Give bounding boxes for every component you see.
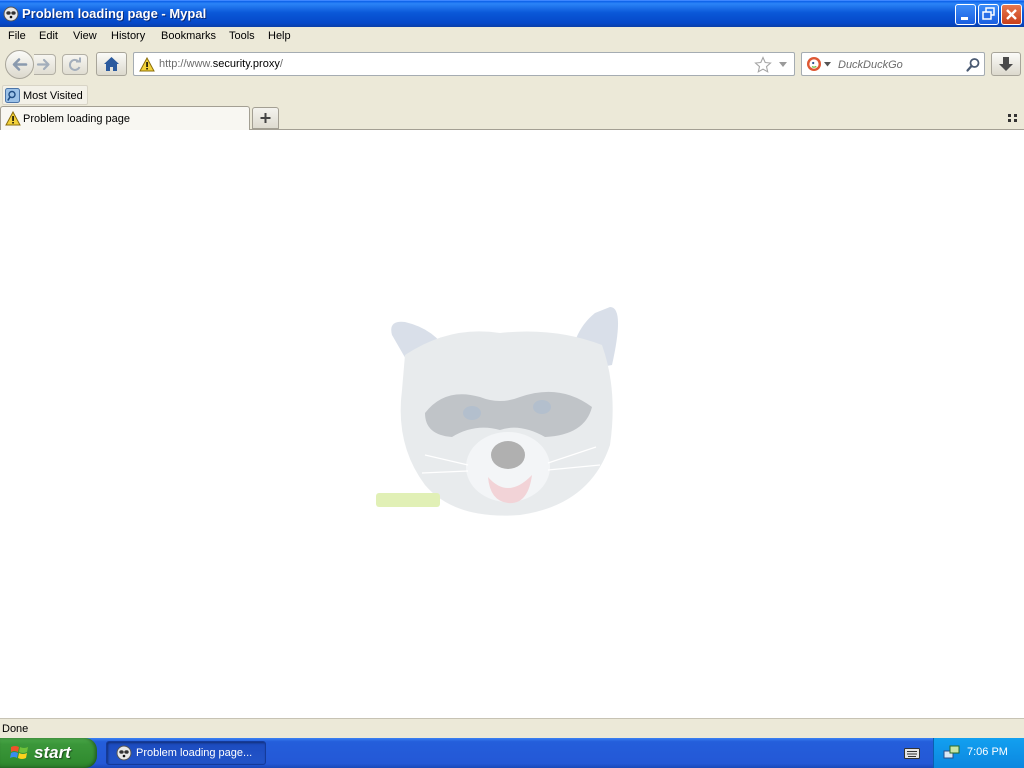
menu-bookmarks[interactable]: Bookmarks	[161, 30, 216, 42]
menu-history[interactable]: History	[111, 30, 145, 42]
start-button[interactable]: start	[0, 738, 97, 768]
raccoon-mascot-icon	[376, 307, 619, 516]
start-label: start	[34, 743, 71, 762]
search-bar[interactable]	[801, 52, 985, 76]
window-titlebar[interactable]: Problem loading page - Mypal	[0, 0, 1024, 27]
minimize-button[interactable]	[955, 4, 976, 25]
back-arrow-icon	[12, 58, 28, 71]
forward-button[interactable]	[34, 54, 56, 75]
forward-arrow-icon	[36, 58, 50, 71]
url-suffix: /	[279, 58, 283, 70]
list-all-tabs-icon[interactable]	[1006, 112, 1020, 124]
tab-label: Problem loading page	[23, 113, 131, 125]
bookmark-label: Most Visited	[23, 90, 83, 102]
url-text[interactable]: http://www.security.proxy/	[159, 58, 283, 70]
new-tab-button[interactable]	[252, 107, 279, 129]
menu-help[interactable]: Help	[268, 30, 291, 42]
taskbar-item-label: Problem loading page...	[136, 747, 253, 759]
keyboard-layout-icon[interactable]	[904, 746, 920, 760]
close-icon	[1006, 9, 1017, 20]
status-text: Done	[2, 723, 29, 735]
close-button[interactable]	[1001, 4, 1022, 25]
navigation-toolbar: http://www.security.proxy/	[0, 46, 1024, 84]
bookmark-star-icon[interactable]	[754, 56, 772, 73]
restore-icon	[982, 7, 995, 20]
plus-icon	[260, 113, 271, 123]
url-prefix: http://www.	[159, 58, 213, 70]
download-arrow-icon	[999, 57, 1013, 71]
minimize-icon	[961, 17, 968, 20]
restore-button[interactable]	[978, 4, 999, 25]
mypal-app-icon	[3, 6, 19, 22]
tab-problem-loading-page[interactable]: Problem loading page	[0, 106, 250, 130]
window-title: Problem loading page - Mypal	[22, 6, 207, 21]
bookmark-folder-icon	[5, 88, 20, 103]
warning-icon	[5, 111, 21, 126]
status-bar: Done	[0, 718, 1024, 738]
page-content	[0, 130, 1024, 718]
mypal-app-icon	[116, 745, 132, 761]
network-icon[interactable]	[943, 744, 961, 761]
menu-edit[interactable]: Edit	[39, 30, 58, 42]
menu-bar: File Edit View History Bookmarks Tools H…	[0, 27, 1024, 46]
warning-icon	[139, 57, 155, 72]
search-icon[interactable]	[965, 57, 981, 73]
history-dropdown-icon[interactable]	[778, 61, 788, 68]
duckduckgo-icon[interactable]	[806, 56, 822, 72]
url-host: security.proxy	[212, 58, 280, 70]
system-tray: 7:06 PM	[933, 738, 1024, 768]
windows-logo-icon	[10, 746, 28, 759]
search-input[interactable]	[836, 55, 966, 75]
taskbar: start Problem loading page... 7:06 PM	[0, 738, 1024, 768]
url-bar[interactable]: http://www.security.proxy/	[133, 52, 795, 76]
downloads-button[interactable]	[991, 52, 1021, 76]
search-engine-dropdown-icon[interactable]	[824, 62, 831, 67]
taskbar-item-mypal[interactable]: Problem loading page...	[106, 741, 266, 765]
menu-tools[interactable]: Tools	[229, 30, 255, 42]
back-button[interactable]	[5, 50, 34, 79]
menu-view[interactable]: View	[73, 30, 97, 42]
clock[interactable]: 7:06 PM	[967, 746, 1008, 758]
menu-file[interactable]: File	[8, 30, 26, 42]
reload-button[interactable]	[62, 54, 88, 75]
home-button[interactable]	[96, 52, 127, 76]
reload-icon	[68, 57, 81, 71]
home-icon	[104, 57, 119, 71]
bookmarks-toolbar: Most Visited	[0, 84, 1024, 106]
tab-bar: Problem loading page	[0, 106, 1024, 130]
bookmark-most-visited[interactable]: Most Visited	[2, 85, 88, 105]
